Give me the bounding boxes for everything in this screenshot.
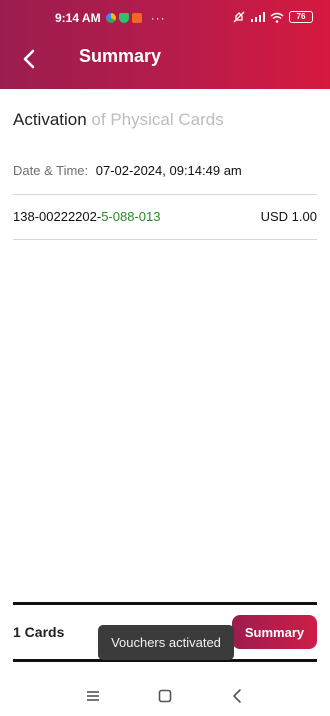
back-button[interactable] — [14, 43, 46, 75]
triangle-back-icon — [233, 689, 241, 703]
square-home-icon — [158, 689, 172, 703]
system-nav-bar — [0, 676, 330, 716]
footer-top-rule — [13, 602, 317, 605]
divider — [13, 239, 317, 240]
menu-icon — [87, 691, 99, 701]
status-time: 9:14 AM — [55, 11, 101, 25]
card-amount: USD 1.00 — [260, 209, 317, 224]
section-title: Activation of Physical Cards — [13, 110, 224, 130]
page-title: Summary — [79, 46, 162, 66]
status-bar: 9:14 AM ··· 76 — [0, 0, 330, 34]
section-title-main: Activation — [13, 110, 87, 129]
date-time-value: 07-02-2024, 09:14:49 am — [95, 163, 242, 178]
toast-message: Vouchers activated — [98, 625, 234, 660]
more-notifications-icon: ··· — [150, 11, 166, 25]
card-row: 138-00222202-5-088-013 USD 1.00 — [13, 209, 317, 224]
chevron-left-icon — [23, 49, 35, 69]
date-time-row: Date & Time: 07-02-2024, 09:14:49 am — [13, 163, 242, 178]
summary-button[interactable]: Summary — [232, 615, 317, 649]
battery-icon: 76 — [289, 11, 313, 23]
back-nav-button[interactable] — [225, 684, 249, 708]
date-time-label: Date & Time: — [13, 163, 89, 178]
card-number-prefix: 138-00222202- — [13, 209, 102, 224]
section-title-sub: of Physical Cards — [86, 110, 224, 129]
home-nav-button[interactable] — [153, 684, 177, 708]
shield-app-icon — [118, 13, 129, 23]
signal-icon — [251, 12, 265, 22]
cards-count: 1 Cards — [13, 624, 65, 640]
drive-app-icon — [105, 13, 116, 23]
wifi-icon — [270, 12, 284, 23]
divider — [13, 194, 317, 195]
card-number-suffix: 5-088-013 — [101, 209, 161, 224]
menu-nav-button[interactable] — [81, 684, 105, 708]
mute-icon — [233, 11, 245, 23]
app-header: 9:14 AM ··· 76 Summary — [0, 0, 330, 89]
orange-app-icon — [131, 13, 142, 23]
